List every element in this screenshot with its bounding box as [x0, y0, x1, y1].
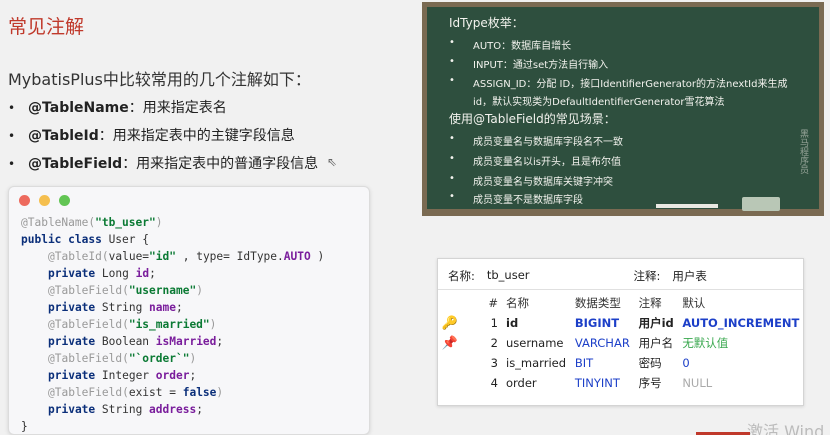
col-header-default[interactable]: 默认: [678, 293, 805, 313]
code-line: private String address;: [48, 403, 203, 416]
column-default[interactable]: 无默认值: [678, 333, 805, 353]
board-heading: 使用@TableField的常见场景：: [449, 112, 616, 126]
board-item: • AUTO：数据库自增长: [449, 37, 572, 52]
divider: [438, 289, 803, 290]
column-type[interactable]: TINYINT: [571, 373, 635, 393]
row-number: 3: [490, 356, 498, 370]
annotation-item: • @TableName ：用来指定表名: [8, 100, 227, 116]
unique-key-icon: 📌: [441, 335, 459, 351]
table-row[interactable]: 📌 2 username VARCHAR 用户名 无默认值: [438, 333, 805, 353]
column-default[interactable]: NULL: [678, 373, 805, 393]
annotation-desc: ：用来指定表名: [128, 100, 227, 116]
row-number: 1: [490, 316, 498, 330]
code-line: private Boolean isMarried;: [48, 335, 224, 348]
table-comment-value[interactable]: 用户表: [672, 268, 707, 284]
mouse-cursor-icon: ⇖: [327, 155, 338, 169]
column-default[interactable]: AUTO_INCREMENT: [678, 313, 805, 333]
column-name[interactable]: is_married: [502, 353, 571, 373]
code-line: private Long id;: [48, 267, 156, 280]
board-item: • ASSIGN_ID：分配 ID，接口IdentifierGenerator的方…: [449, 75, 788, 90]
code-line: @TableField("`order`"): [48, 352, 197, 365]
slide-title: 常见注解: [8, 16, 85, 38]
annotation-name: @TableName: [28, 100, 129, 116]
table-row[interactable]: 🔑 1 id BIGINT 用户id AUTO_INCREMENT: [438, 313, 805, 333]
annotation-item: • @TableField ：用来指定表中的普通字段信息: [8, 156, 319, 172]
code-line: @TableName("tb_user"): [21, 216, 163, 229]
board-item: • 成员变量名与数据库字段名不一致: [449, 133, 623, 148]
column-comment[interactable]: 密码: [635, 353, 679, 373]
board-item: • 成员变量名以is开头，且是布尔值: [449, 153, 621, 168]
intro-text: MybatisPlus中比较常用的几个注解如下：: [8, 70, 311, 89]
primary-key-icon: 🔑: [441, 315, 459, 331]
code-line: private Integer order;: [48, 369, 197, 382]
code-line: }: [21, 420, 28, 433]
code-line: @TableField(exist = false): [48, 386, 224, 399]
col-header-comment[interactable]: 注释: [635, 293, 679, 313]
chalkboard: IdType枚举： • AUTO：数据库自增长 • INPUT：通过set方法自行输…: [422, 2, 824, 216]
annotation-list: • @TableName ：用来指定表名 • @TableId ：用来指定表中的主键字段…: [8, 94, 318, 178]
code-line: private String name;: [48, 301, 183, 314]
table-row[interactable]: 4 order TINYINT 序号 NULL: [438, 373, 805, 393]
row-number: 4: [490, 376, 498, 390]
code-block: @TableName("tb_user")public class User {…: [21, 214, 324, 435]
name-label: 名称:: [448, 269, 475, 283]
maximize-dot-icon[interactable]: [59, 195, 70, 206]
activation-watermark: 激活 Wind: [747, 422, 825, 435]
window-controls: [19, 195, 70, 206]
column-comment[interactable]: 用户名: [635, 333, 679, 353]
code-line: @TableField("username"): [48, 284, 203, 297]
table-meta: 名称: tb_user 注释: 用户表: [448, 268, 719, 284]
board-item: • 成员变量名与数据库关键字冲突: [449, 173, 613, 188]
column-type[interactable]: VARCHAR: [571, 333, 635, 353]
board-item: • 成员变量不是数据库字段: [449, 191, 583, 206]
col-header-name[interactable]: 名称: [502, 293, 571, 313]
annotation-name: @TableId: [28, 128, 99, 144]
column-name[interactable]: id: [502, 313, 571, 333]
minimize-dot-icon[interactable]: [39, 195, 50, 206]
table-row[interactable]: 3 is_married BIT 密码 0: [438, 353, 805, 373]
board-heading: IdType枚举：: [449, 16, 524, 30]
annotation-desc: ：用来指定表中的主键字段信息: [98, 128, 295, 144]
chalkboard-surface: IdType枚举： • AUTO：数据库自增长 • INPUT：通过set方法自行输…: [427, 7, 819, 209]
table-design-panel: 名称: tb_user 注释: 用户表 # 名称 数据类型 注释 默认 🔑 1 …: [437, 258, 804, 406]
code-line: @TableId(value="id" , type= IdType.AUTO …: [48, 250, 325, 263]
columns-table: # 名称 数据类型 注释 默认 🔑 1 id BIGINT 用户id AUTO_…: [438, 293, 805, 393]
board-item: • INPUT：通过set方法自行输入: [449, 56, 609, 71]
row-number: 2: [490, 336, 498, 350]
column-name[interactable]: order: [502, 373, 571, 393]
code-window: @TableName("tb_user")public class User {…: [8, 186, 370, 435]
column-comment[interactable]: 用户id: [635, 313, 679, 333]
code-line: public class User {: [21, 233, 149, 246]
code-line: @TableField("is_married"): [48, 318, 217, 331]
col-header-num[interactable]: #: [462, 293, 502, 313]
eraser: [742, 197, 780, 211]
chalk-piece: [656, 204, 718, 208]
annotation-name: @TableField: [28, 156, 123, 172]
annotation-item: • @TableId ：用来指定表中的主键字段信息: [8, 128, 295, 144]
table-header-row: # 名称 数据类型 注释 默认: [438, 293, 805, 313]
table-name-value[interactable]: tb_user: [487, 268, 530, 284]
annotation-desc: ：用来指定表中的普通字段信息: [122, 156, 319, 172]
column-comment[interactable]: 序号: [635, 373, 679, 393]
board-signature: 黑马程序员: [798, 129, 808, 174]
close-dot-icon[interactable]: [19, 195, 30, 206]
column-type[interactable]: BIT: [571, 353, 635, 373]
col-header-type[interactable]: 数据类型: [571, 293, 635, 313]
comment-label: 注释:: [633, 269, 661, 283]
column-type[interactable]: BIGINT: [571, 313, 635, 333]
column-default[interactable]: 0: [678, 353, 805, 373]
column-name[interactable]: username: [502, 333, 571, 353]
board-item: id，默认实现类为DefaultIdentifierGenerator雪花算法: [473, 97, 725, 108]
